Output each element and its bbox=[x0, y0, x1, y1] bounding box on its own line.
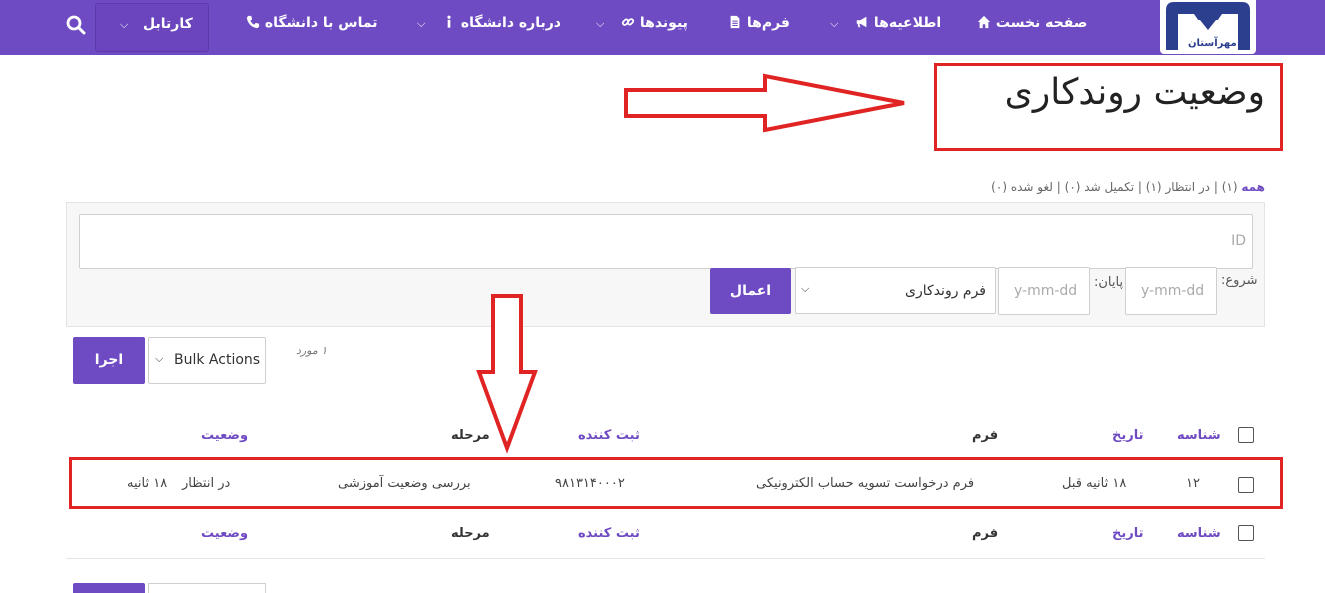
filter-completed-link[interactable]: تکمیل شد bbox=[1084, 180, 1134, 194]
filter-cancelled-link[interactable]: لغو شده bbox=[1011, 180, 1053, 194]
link-icon bbox=[621, 18, 635, 26]
document-icon bbox=[730, 15, 740, 29]
chevron-down-icon[interactable]: ⌵ bbox=[830, 17, 838, 31]
filter-all-count: (۱) bbox=[1221, 180, 1238, 194]
row-date: ۱۸ ثانیه قبل bbox=[1062, 476, 1127, 491]
filter-completed-count: (۰) bbox=[1064, 180, 1081, 194]
chevron-down-icon[interactable]: ⌵ bbox=[596, 17, 604, 31]
id-search-input[interactable]: ID bbox=[79, 214, 1253, 269]
kartabl-dropdown[interactable]: کارتابل ⌵ bbox=[95, 3, 209, 52]
run-bulk-button-bottom[interactable] bbox=[73, 583, 145, 593]
nav-links[interactable]: پیوندها bbox=[621, 15, 688, 31]
nav-home-label: صفحه نخست bbox=[995, 15, 1088, 31]
column-header-id[interactable]: شناسه bbox=[1177, 428, 1221, 443]
nav-home[interactable]: صفحه نخست bbox=[977, 15, 1087, 31]
chevron-down-icon[interactable]: ⌵ bbox=[417, 17, 425, 31]
select-all-footer-checkbox[interactable] bbox=[1238, 525, 1254, 541]
bulk-actions-select[interactable]: Bulk Actions ⌵ bbox=[148, 337, 266, 384]
university-logo[interactable]: مهرآستان bbox=[1160, 0, 1256, 54]
filter-all-link[interactable]: همه bbox=[1241, 180, 1265, 194]
nav-forms-label: فرم‌ها bbox=[746, 15, 790, 31]
end-date-input[interactable]: y-mm-dd bbox=[998, 267, 1090, 315]
row-stage: بررسی وضعیت آموزشی bbox=[338, 476, 471, 491]
filter-separator: | bbox=[1056, 180, 1061, 194]
page-title: وضعیت روندکاری bbox=[1004, 72, 1265, 113]
status-filter-links: همه (۱) | در انتظار (۱) | تکمیل شد (۰) |… bbox=[991, 180, 1265, 194]
right-arrow-annotation-icon bbox=[624, 73, 905, 133]
footer-header-status[interactable]: وضعیت bbox=[201, 526, 248, 541]
phone-icon bbox=[246, 15, 260, 29]
end-date-label: پایان: bbox=[1094, 275, 1124, 290]
nav-forms[interactable]: فرم‌ها bbox=[728, 15, 790, 31]
column-header-stage: مرحله bbox=[451, 428, 490, 443]
kartabl-label: کارتابل bbox=[143, 16, 193, 32]
filter-pending-count: (۱) bbox=[1145, 180, 1162, 194]
filter-cancelled-count: (۰) bbox=[991, 180, 1007, 194]
column-header-status[interactable]: وضعیت bbox=[201, 428, 248, 443]
row-status: در انتظار bbox=[182, 476, 231, 491]
logo-text: مهرآستان bbox=[1188, 38, 1237, 49]
end-date-placeholder: y-mm-dd bbox=[1014, 283, 1078, 299]
nav-about-label: درباره دانشگاه bbox=[460, 15, 561, 31]
filter-separator: | bbox=[1137, 180, 1142, 194]
row-id[interactable]: ۱۲ bbox=[1186, 476, 1200, 491]
items-count: ۱ مورد bbox=[296, 344, 328, 357]
footer-header-stage: مرحله bbox=[451, 526, 490, 541]
form-type-selected: فرم روندکاری bbox=[905, 283, 986, 299]
footer-header-date[interactable]: تاریخ bbox=[1112, 526, 1144, 541]
chevron-down-icon: ⌵ bbox=[120, 18, 129, 31]
run-bulk-button[interactable]: اجرا bbox=[73, 337, 145, 384]
apply-filter-button[interactable]: اعمال bbox=[710, 268, 791, 314]
home-icon bbox=[977, 15, 991, 29]
column-header-form: فرم bbox=[972, 428, 999, 443]
chevron-down-icon: ⌵ bbox=[155, 352, 164, 365]
info-icon bbox=[447, 15, 451, 28]
column-header-date[interactable]: تاریخ bbox=[1112, 428, 1144, 443]
form-type-select[interactable]: فرم روندکاری ⌵ bbox=[795, 267, 996, 314]
nav-contact-label: تماس با دانشگاه bbox=[264, 15, 378, 31]
nav-links-label: پیوندها bbox=[639, 15, 688, 31]
nav-contact[interactable]: تماس با دانشگاه bbox=[246, 15, 378, 31]
filter-separator: | bbox=[1213, 180, 1218, 194]
footer-header-id[interactable]: شناسه bbox=[1177, 526, 1221, 541]
nav-announcements[interactable]: اطلاعیه‌ها bbox=[855, 15, 941, 31]
row-form[interactable]: فرم درخواست تسویه حساب الکترونیکی bbox=[756, 476, 974, 491]
search-icon[interactable] bbox=[66, 15, 86, 39]
start-date-input[interactable]: y-mm-dd bbox=[1125, 267, 1217, 315]
megaphone-icon bbox=[856, 16, 867, 28]
start-date-label: شروع: bbox=[1221, 273, 1258, 288]
chevron-down-icon: ⌵ bbox=[801, 282, 810, 295]
nav-about[interactable]: درباره دانشگاه bbox=[442, 15, 561, 31]
row-registrar: ۹۸۱۳۱۴۰۰۰۲ bbox=[555, 476, 625, 491]
start-date-placeholder: y-mm-dd bbox=[1141, 283, 1205, 299]
filter-pending-link[interactable]: در انتظار bbox=[1165, 180, 1210, 194]
row-checkbox[interactable] bbox=[1238, 477, 1254, 493]
table-divider bbox=[66, 558, 1265, 559]
id-search-placeholder: ID bbox=[1231, 233, 1246, 249]
select-all-checkbox[interactable] bbox=[1238, 427, 1254, 443]
bulk-actions-selected: Bulk Actions bbox=[174, 352, 261, 368]
bulk-actions-select-bottom[interactable] bbox=[148, 583, 266, 593]
footer-header-registrar[interactable]: ثبت کننده bbox=[578, 526, 640, 541]
nav-announcements-label: اطلاعیه‌ها bbox=[873, 15, 942, 31]
column-header-registrar[interactable]: ثبت کننده bbox=[578, 428, 640, 443]
footer-header-form: فرم bbox=[972, 526, 999, 541]
row-status-time: ۱۸ ثانیه bbox=[127, 476, 168, 491]
